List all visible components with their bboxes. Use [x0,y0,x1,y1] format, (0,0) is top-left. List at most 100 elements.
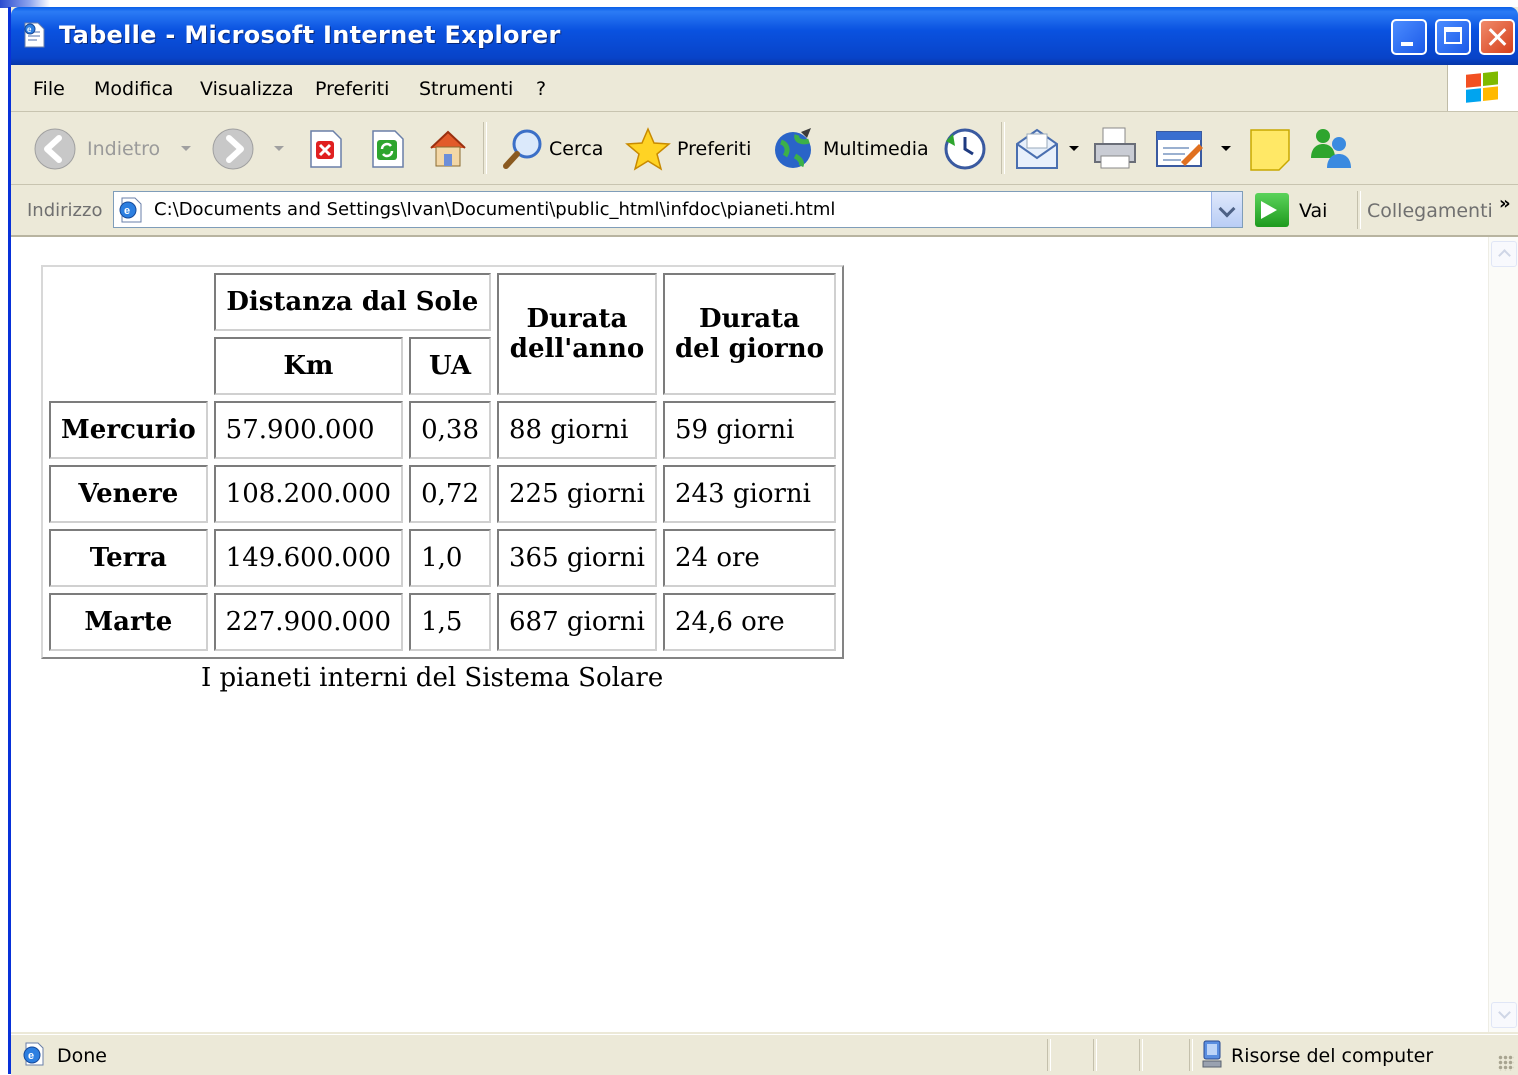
menu-visualizza[interactable]: Visualizza [200,78,294,100]
planet-day: 24,6 ore [662,593,836,651]
status-separator [1093,1039,1097,1071]
links-toolbar[interactable]: Collegamenti [1367,200,1493,222]
header-year-line2: dell'anno [509,334,645,364]
planet-name: Terra [49,529,208,587]
messenger-people-icon [1311,129,1351,168]
history-button[interactable] [941,112,991,184]
maximize-button[interactable] [1435,19,1471,55]
planet-year: 365 giorni [496,529,657,587]
search-label: Cerca [549,138,604,160]
status-separator [1139,1039,1143,1071]
stop-button[interactable] [307,112,347,184]
address-dropdown-button[interactable] [1211,192,1242,227]
status-text: Done [57,1045,107,1067]
back-dropdown-icon [181,146,191,151]
go-button[interactable]: Vai [1299,200,1327,222]
sticky-note-icon [1250,129,1290,171]
table-row: Venere 108.200.000 0,72 225 giorni 243 g… [49,465,836,523]
header-distance: Distanza dal Sole [213,273,491,331]
header-year-line1: Durata [526,304,628,334]
menu-help[interactable]: ? [536,78,546,100]
status-separator [1189,1039,1193,1071]
address-label: Indirizzo [27,200,103,221]
media-label: Multimedia [823,138,929,160]
edit-button[interactable] [1155,112,1235,184]
table-header-row: Distanza dal Sole Durata dell'anno Durat… [49,273,836,395]
history-clock-icon [944,128,986,170]
menu-bar: File Modifica Visualizza Preferiti Strum… [11,65,1518,112]
planet-km: 108.200.000 [213,465,404,523]
menu-strumenti[interactable]: Strumenti [419,78,513,100]
back-button[interactable]: Indietro [33,112,203,184]
svg-text:e: e [124,205,130,217]
search-button[interactable]: Cerca [501,112,611,184]
page-icon: e [119,197,142,223]
vertical-scrollbar[interactable] [1488,237,1518,1032]
stop-icon [310,130,342,168]
status-separator [1047,1039,1051,1071]
menu-preferiti[interactable]: Preferiti [315,78,389,100]
page-content: Distanza dal Sole Durata dell'anno Durat… [11,237,1488,1032]
address-value: C:\Documents and Settings\Ivan\Documenti… [154,199,836,220]
more-links-chevron-icon[interactable]: » [1499,193,1511,214]
planet-ua: 1,5 [409,593,491,651]
svg-text:e: e [28,1050,34,1062]
address-separator [1357,191,1361,229]
refresh-button[interactable] [369,112,409,184]
planet-name: Mercurio [49,401,208,459]
planet-year: 687 giorni [496,593,657,651]
minimize-button[interactable] [1391,19,1427,55]
mail-dropdown-icon [1069,146,1079,151]
title-bar[interactable]: e Tabelle - Microsoft Internet Explorer [11,7,1518,65]
printer-icon [1094,127,1136,169]
search-icon [503,129,542,169]
planet-km: 149.600.000 [213,529,404,587]
svg-text:e: e [27,25,32,34]
security-zone-label: Risorse del computer [1231,1045,1434,1067]
scroll-down-button[interactable] [1491,1002,1517,1028]
menu-file[interactable]: File [33,78,65,100]
planet-year: 88 giorni [496,401,657,459]
home-icon [430,130,466,167]
forward-button[interactable] [211,112,291,184]
scroll-up-button[interactable] [1491,241,1517,267]
menu-modifica[interactable]: Modifica [94,78,173,100]
standard-toolbar: Indietro Cerca Preferiti Multimedia [11,112,1518,185]
planet-day: 24 ore [662,529,836,587]
header-day-line2: del giorno [674,334,824,364]
home-button[interactable] [425,112,473,184]
resize-grip-icon[interactable] [1498,1055,1514,1071]
table-row: Mercurio 57.900.000 0,38 88 giorni 59 gi… [49,401,836,459]
browser-window: e Tabelle - Microsoft Internet Explorer … [8,7,1518,1075]
mail-icon [1016,128,1058,169]
planet-ua: 0,72 [409,465,491,523]
media-button[interactable]: Multimedia [771,112,931,184]
mail-button[interactable] [1015,112,1081,184]
favorites-button[interactable]: Preferiti [625,112,761,184]
go-arrow-icon[interactable] [1255,193,1289,227]
header-empty-cell [49,273,208,395]
messenger-button[interactable] [1307,112,1357,184]
print-button[interactable] [1091,112,1141,184]
planet-name: Marte [49,593,208,651]
header-day-line1: Durata [699,304,800,334]
star-icon [625,127,671,171]
discuss-button[interactable] [1249,112,1297,184]
header-day: Durata del giorno [662,273,836,395]
planet-year: 225 giorni [496,465,657,523]
favorites-label: Preferiti [677,138,752,160]
address-bar: Indirizzo e C:\Documents and Settings\Iv… [11,185,1518,237]
planet-day: 59 giorni [662,401,836,459]
toolbar-separator [483,122,487,174]
back-label: Indietro [87,138,161,160]
planet-day: 243 giorni [662,465,836,523]
address-input[interactable]: e C:\Documents and Settings\Ivan\Documen… [113,191,1243,228]
media-globe-icon [775,128,811,168]
edit-document-icon [1156,131,1203,167]
planet-km: 227.900.000 [213,593,404,651]
page-status-icon: e [23,1042,44,1066]
planet-name: Venere [49,465,208,523]
close-button[interactable] [1479,19,1515,55]
status-bar: e Done Risorse del computer [11,1034,1518,1075]
toolbar-separator [1001,122,1005,174]
